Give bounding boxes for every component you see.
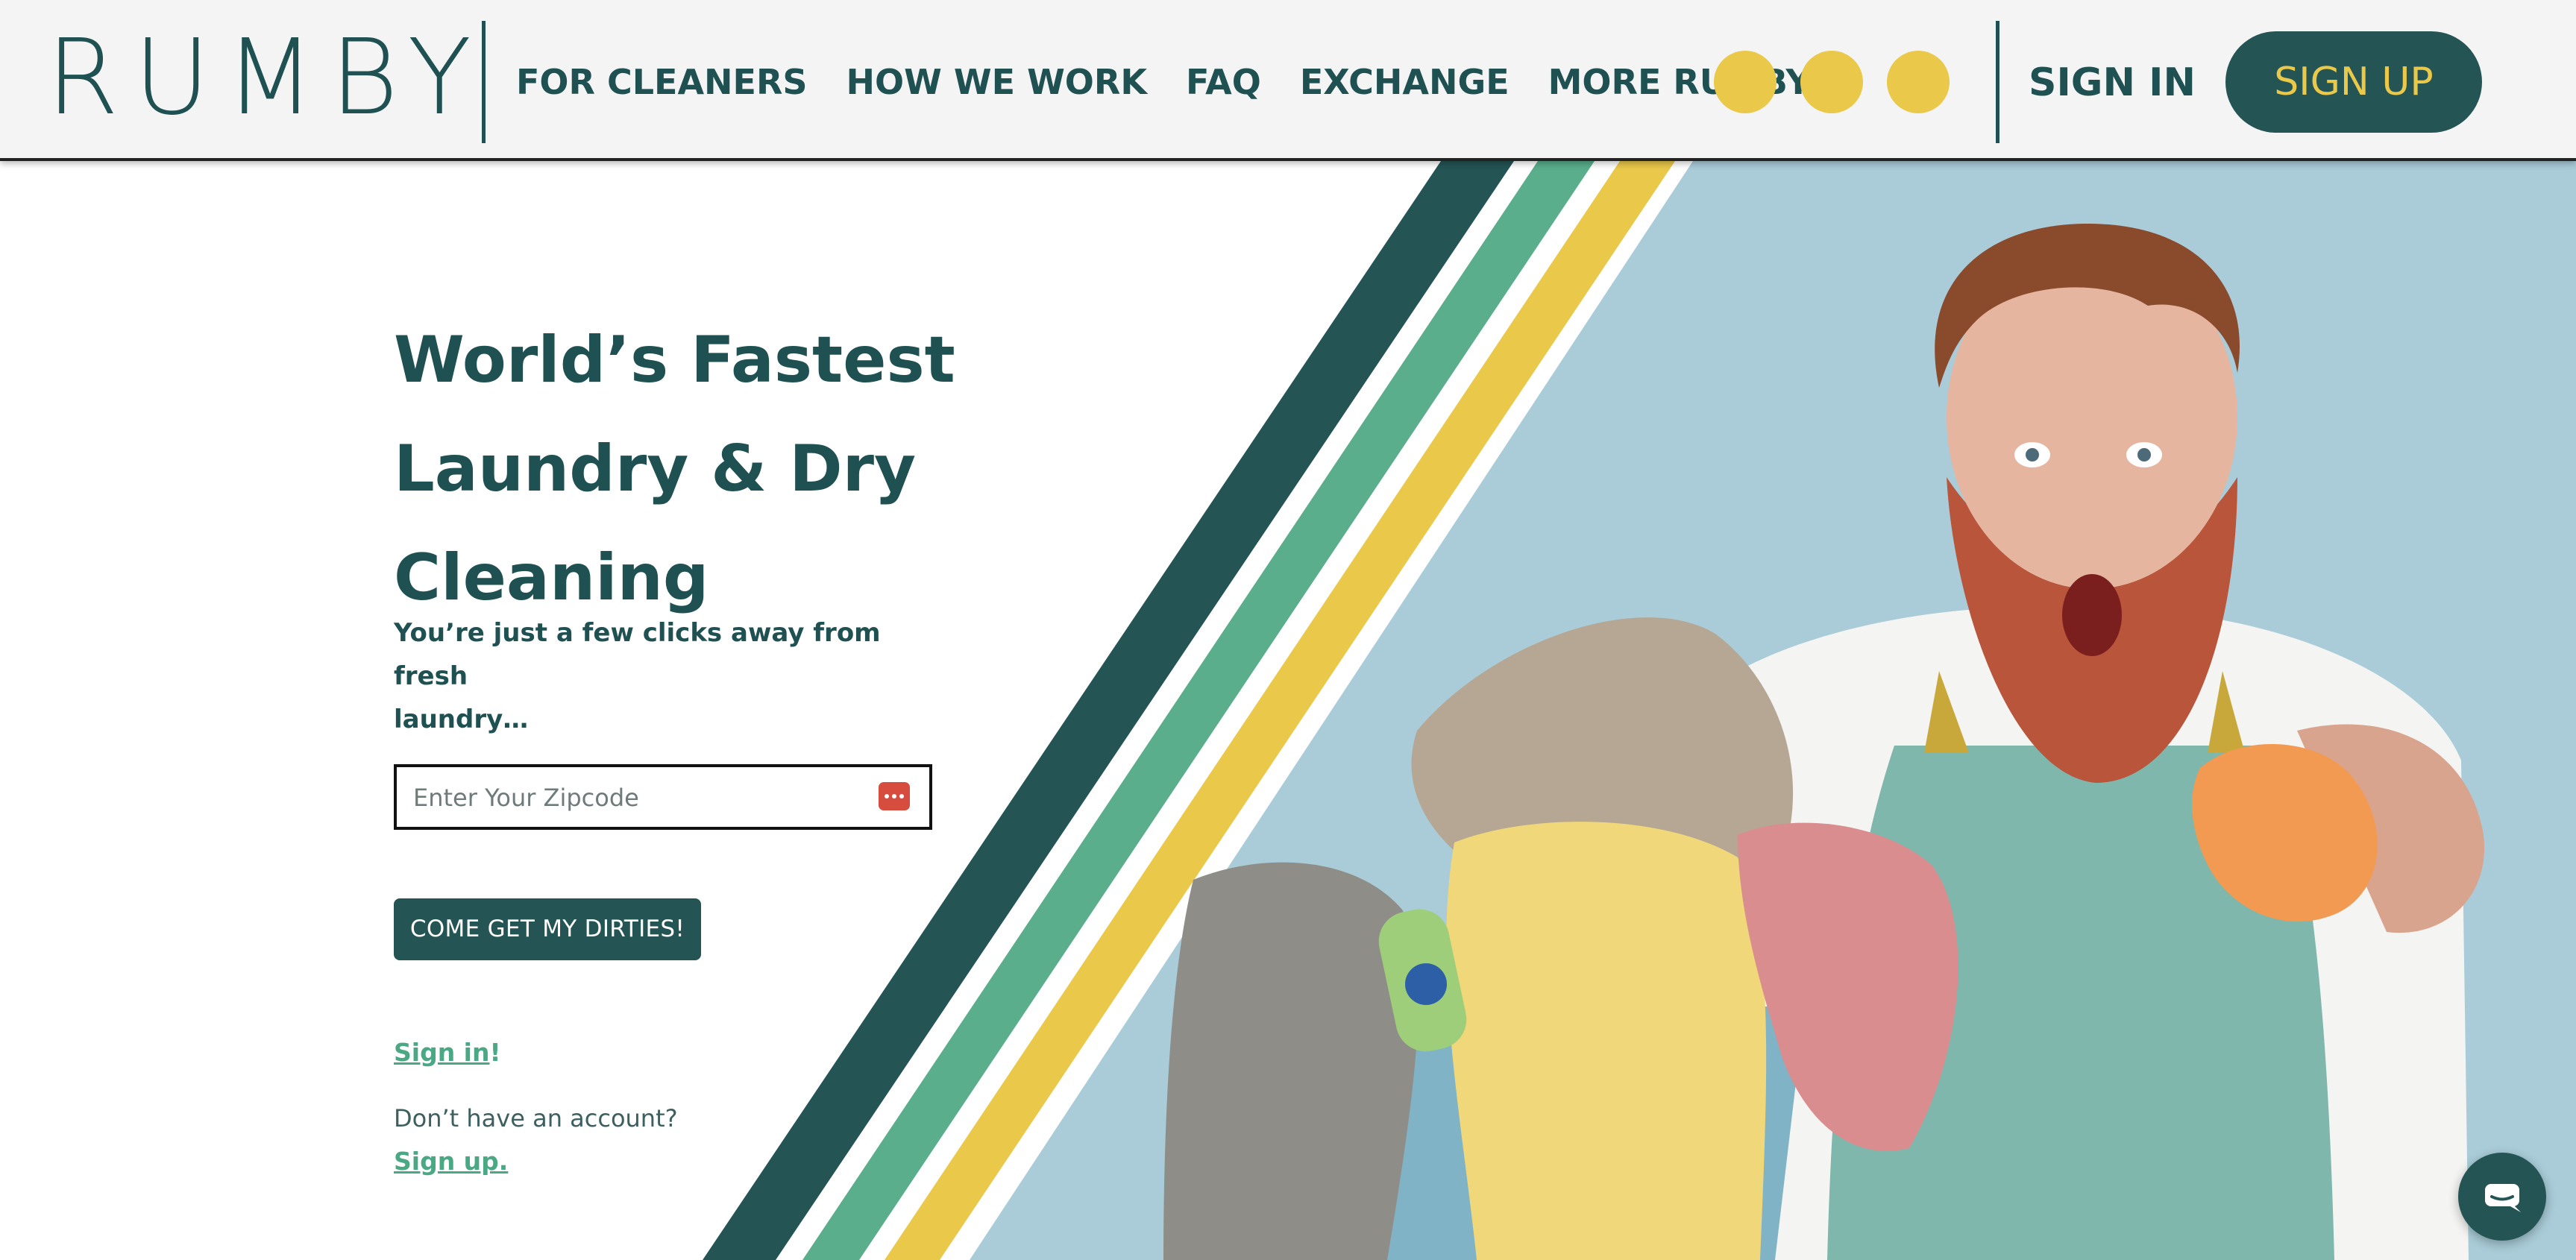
yellow-dot-icon[interactable] xyxy=(1800,51,1863,113)
come-get-my-dirties-button[interactable]: COME GET MY DIRTIES! xyxy=(394,898,701,960)
password-manager-icon[interactable] xyxy=(879,782,910,810)
hero-background xyxy=(703,161,2576,1260)
header-sign-up-button[interactable]: SIGN UP xyxy=(2225,31,2482,133)
hero-headline-line-3: Cleaning xyxy=(394,541,709,615)
chat-bubble-icon xyxy=(2485,1184,2521,1212)
header-sign-in-link[interactable]: SIGN IN xyxy=(2029,60,2196,106)
grey-towel xyxy=(1163,862,1419,1260)
top-navigation-bar: RUMBY FOR CLEANERS HOW WE WORK FAQ EXCHA… xyxy=(0,0,2576,161)
hero-headline-line-1: World’s Fastest xyxy=(394,323,955,397)
hero-subheadline-line-1: You’re just a few clicks away from fresh xyxy=(394,618,881,691)
nav-for-cleaners[interactable]: FOR CLEANERS xyxy=(516,60,808,104)
nav-exchange[interactable]: EXCHANGE xyxy=(1300,60,1510,104)
sign-in-exclamation: ! xyxy=(489,1038,501,1067)
yellow-towel xyxy=(1446,822,1767,1260)
sign-up-link[interactable]: Sign up. xyxy=(394,1145,508,1178)
yellow-dot-icon[interactable] xyxy=(1714,51,1777,113)
sign-in-link[interactable]: Sign in xyxy=(394,1038,490,1067)
chat-widget-button[interactable] xyxy=(2458,1153,2546,1241)
open-mouth xyxy=(2062,574,2122,656)
rumby-logo[interactable]: RUMBY xyxy=(46,26,486,130)
hero-headline-line-2: Laundry & Dry xyxy=(394,432,917,506)
hero-subheadline: You’re just a few clicks away from fresh… xyxy=(394,611,931,741)
zipcode-field[interactable] xyxy=(394,764,932,830)
yellow-dot-icon[interactable] xyxy=(1887,51,1950,113)
header-divider-left xyxy=(482,21,486,143)
main-nav: FOR CLEANERS HOW WE WORK FAQ EXCHANGE MO… xyxy=(516,60,1839,104)
header-dots xyxy=(1714,51,1950,113)
zipcode-input[interactable] xyxy=(412,767,877,828)
nav-how-we-work[interactable]: HOW WE WORK xyxy=(846,60,1147,104)
nav-faq[interactable]: FAQ xyxy=(1186,60,1261,104)
no-account-text: Don’t have an account? xyxy=(394,1104,678,1133)
sign-in-row: Sign in! xyxy=(394,1036,501,1069)
hero-subheadline-line-2: laundry… xyxy=(394,705,529,734)
hero-headline: World’s Fastest Laundry & Dry Cleaning xyxy=(394,306,961,632)
header-divider-right xyxy=(1996,21,1999,143)
